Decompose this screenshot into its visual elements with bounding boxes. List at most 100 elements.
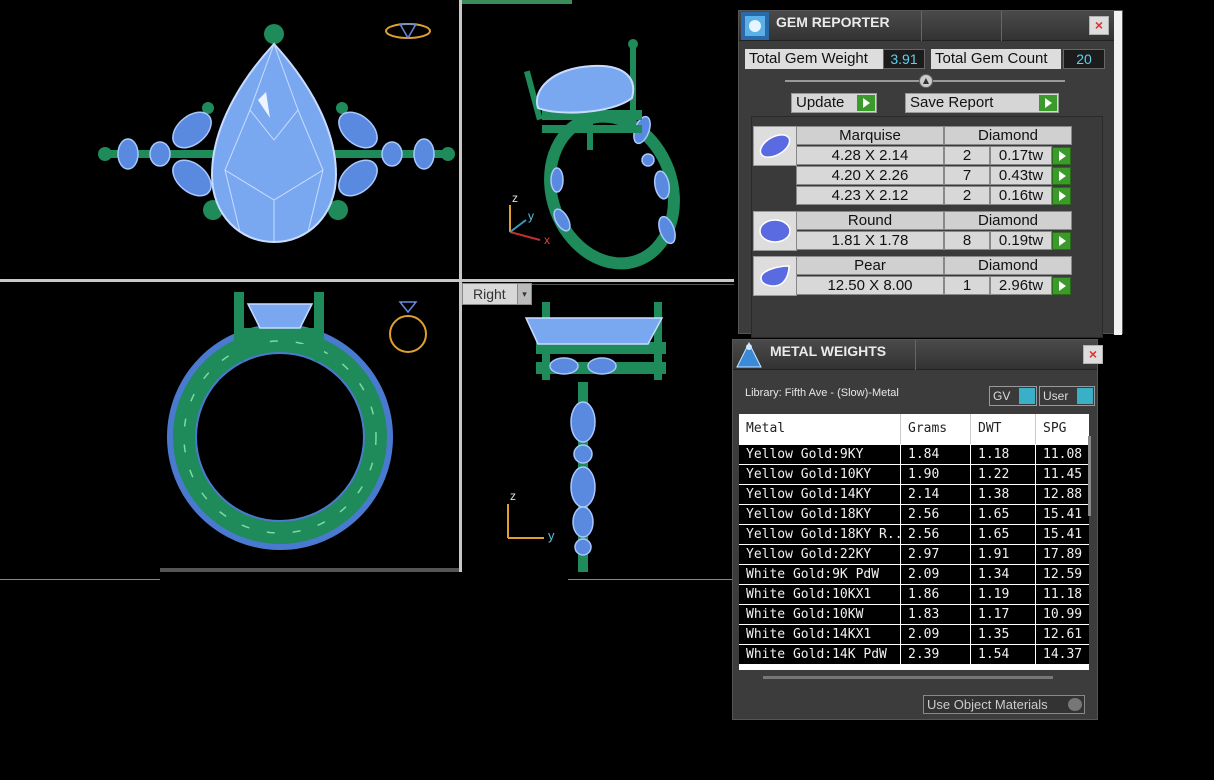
gem-shape-header: Round xyxy=(796,211,944,230)
table-row[interactable]: White Gold:10KW 1.83 1.17 10.99 xyxy=(739,605,1089,625)
total-gem-count-value: 20 xyxy=(1063,49,1105,69)
metal-weights-titlebar[interactable]: METAL WEIGHTS × xyxy=(733,340,1103,370)
select-gems-button[interactable] xyxy=(1052,147,1071,165)
play-icon xyxy=(857,95,875,111)
table-row[interactable]: White Gold:14K PdW 2.39 1.54 14.37 xyxy=(739,645,1089,665)
panel-title: GEM REPORTER xyxy=(776,14,890,30)
table-row[interactable]: Yellow Gold:10KY 1.90 1.22 11.45 xyxy=(739,465,1089,485)
svg-text:y: y xyxy=(528,209,534,223)
metal-name-cell: White Gold:14K PdW xyxy=(739,645,900,664)
metal-name-cell: Yellow Gold:10KY xyxy=(739,465,900,484)
gem-count-cell: 1 xyxy=(944,276,990,295)
gem-size-cell: 4.28 X 2.14 xyxy=(796,146,944,165)
viewport-perspective[interactable]: z y x xyxy=(462,0,734,280)
gem-material-header: Diamond xyxy=(944,211,1072,230)
metal-name-cell: Yellow Gold:9KY xyxy=(739,445,900,464)
library-label: Library: Fifth Ave - (Slow)-Metal xyxy=(745,387,899,399)
column-header[interactable]: Metal xyxy=(739,414,901,444)
column-header[interactable]: DWT xyxy=(971,414,1036,444)
spg-cell: 12.61 xyxy=(1036,625,1089,644)
grams-cell: 2.14 xyxy=(901,485,970,504)
grams-cell: 2.97 xyxy=(901,545,970,564)
gem-report-icon xyxy=(741,12,769,40)
grams-cell: 1.90 xyxy=(901,465,970,484)
dwt-cell: 1.91 xyxy=(971,545,1035,564)
svg-text:y: y xyxy=(548,528,555,543)
gem-shape-header: Pear xyxy=(796,256,944,275)
select-gems-button[interactable] xyxy=(1052,232,1071,250)
metal-name-cell: Yellow Gold:22KY xyxy=(739,545,900,564)
gem-size-cell: 4.20 X 2.26 xyxy=(796,166,944,185)
gem-size-cell: 4.23 X 2.12 xyxy=(796,186,944,205)
gem-list: Marquise Diamond 4.28 X 2.14 2 0.17tw 4.… xyxy=(751,116,1103,338)
gem-size-cell: 1.81 X 1.78 xyxy=(796,231,944,250)
gem-count-cell: 8 xyxy=(944,231,990,250)
gem-weight-cell: 2.96tw xyxy=(990,276,1052,295)
grams-cell: 2.09 xyxy=(901,565,970,584)
metal-name-cell: White Gold:10KX1 xyxy=(739,585,900,604)
select-gems-button[interactable] xyxy=(1052,167,1071,185)
metal-name-cell: Yellow Gold:14KY xyxy=(739,485,900,504)
spg-cell: 12.59 xyxy=(1036,565,1089,584)
user-selector[interactable]: User xyxy=(1039,386,1095,406)
dwt-cell: 1.18 xyxy=(971,445,1035,464)
slider-handle[interactable]: ▲ xyxy=(919,74,933,88)
gem-count-cell: 2 xyxy=(944,146,990,165)
chevron-down-icon[interactable]: ▾ xyxy=(517,284,531,304)
ring-perspective-view: z y x xyxy=(462,0,680,270)
gem-size-cell: 12.50 X 8.00 xyxy=(796,276,944,295)
select-gems-button[interactable] xyxy=(1052,187,1071,205)
metal-name-cell: Yellow Gold:18KY R... xyxy=(739,525,900,544)
table-row[interactable]: Yellow Gold:22KY 2.97 1.91 17.89 xyxy=(739,545,1089,565)
gem-weight-cell: 0.19tw xyxy=(990,231,1052,250)
viewport-divider-horizontal[interactable] xyxy=(0,279,734,282)
spg-cell: 11.45 xyxy=(1036,465,1089,484)
table-row[interactable]: Yellow Gold:9KY 1.84 1.18 11.08 xyxy=(739,445,1089,465)
table-row[interactable]: Yellow Gold:18KY 2.56 1.65 15.41 xyxy=(739,505,1089,525)
gem-reporter-panel: GEM REPORTER × Total Gem Weight 3.91 Tot… xyxy=(738,10,1123,338)
gem-material-header: Diamond xyxy=(944,126,1072,145)
total-gem-weight-value: 3.91 xyxy=(883,49,925,69)
viewport-horizontal-scrollbar[interactable] xyxy=(160,568,460,572)
dwt-cell: 1.19 xyxy=(971,585,1035,604)
use-object-materials-selector[interactable]: Use Object Materials xyxy=(923,695,1085,714)
dwt-cell: 1.34 xyxy=(971,565,1035,584)
view-selector-right[interactable]: Right ▾ xyxy=(462,283,532,305)
table-row[interactable]: Yellow Gold:14KY 2.14 1.38 12.88 xyxy=(739,485,1089,505)
dwt-cell: 1.54 xyxy=(971,645,1035,664)
grams-cell: 2.39 xyxy=(901,645,970,664)
viewport-right[interactable]: z y xyxy=(462,282,734,577)
info-icon xyxy=(1077,388,1093,404)
viewport-top[interactable] xyxy=(0,0,460,280)
vertical-scrollbar[interactable] xyxy=(1088,436,1091,516)
gv-selector[interactable]: GV xyxy=(989,386,1037,406)
grams-cell: 1.86 xyxy=(901,585,970,604)
table-row[interactable]: Yellow Gold:18KY R... 2.56 1.65 15.41 xyxy=(739,525,1089,545)
close-button[interactable]: × xyxy=(1089,16,1109,35)
table-row[interactable]: White Gold:14KX1 2.09 1.35 12.61 xyxy=(739,625,1089,645)
metal-weights-table[interactable]: Metal Grams DWT SPG Yellow Gold:9KY 1.84 1… xyxy=(739,414,1089,670)
select-gems-button[interactable] xyxy=(1052,277,1071,295)
axis-gizmo-perspective xyxy=(509,205,541,241)
grams-cell: 2.56 xyxy=(901,505,970,524)
dwt-cell: 1.65 xyxy=(971,505,1035,524)
spg-cell: 11.08 xyxy=(1036,445,1089,464)
update-button[interactable]: Update xyxy=(791,93,877,113)
metal-weight-icon xyxy=(736,341,762,368)
dwt-cell: 1.35 xyxy=(971,625,1035,644)
gem-weight-cell: 0.17tw xyxy=(990,146,1052,165)
spg-cell: 17.89 xyxy=(1036,545,1089,564)
ring-right-view: z y xyxy=(462,284,734,572)
viewport-front[interactable] xyxy=(0,282,460,572)
horizontal-scrollbar[interactable] xyxy=(763,676,1053,679)
radio-icon xyxy=(1068,698,1082,711)
gem-reporter-titlebar[interactable]: GEM REPORTER × xyxy=(739,11,1122,41)
viewport-bottom-line-right xyxy=(568,579,734,580)
close-button[interactable]: × xyxy=(1083,345,1103,364)
column-header[interactable]: SPG xyxy=(1036,414,1089,444)
table-row[interactable]: White Gold:10KX1 1.86 1.19 11.18 xyxy=(739,585,1089,605)
save-report-button[interactable]: Save Report xyxy=(905,93,1059,113)
table-row[interactable]: White Gold:9K PdW 2.09 1.34 12.59 xyxy=(739,565,1089,585)
ring-top-view xyxy=(98,23,455,244)
column-header[interactable]: Grams xyxy=(901,414,971,444)
